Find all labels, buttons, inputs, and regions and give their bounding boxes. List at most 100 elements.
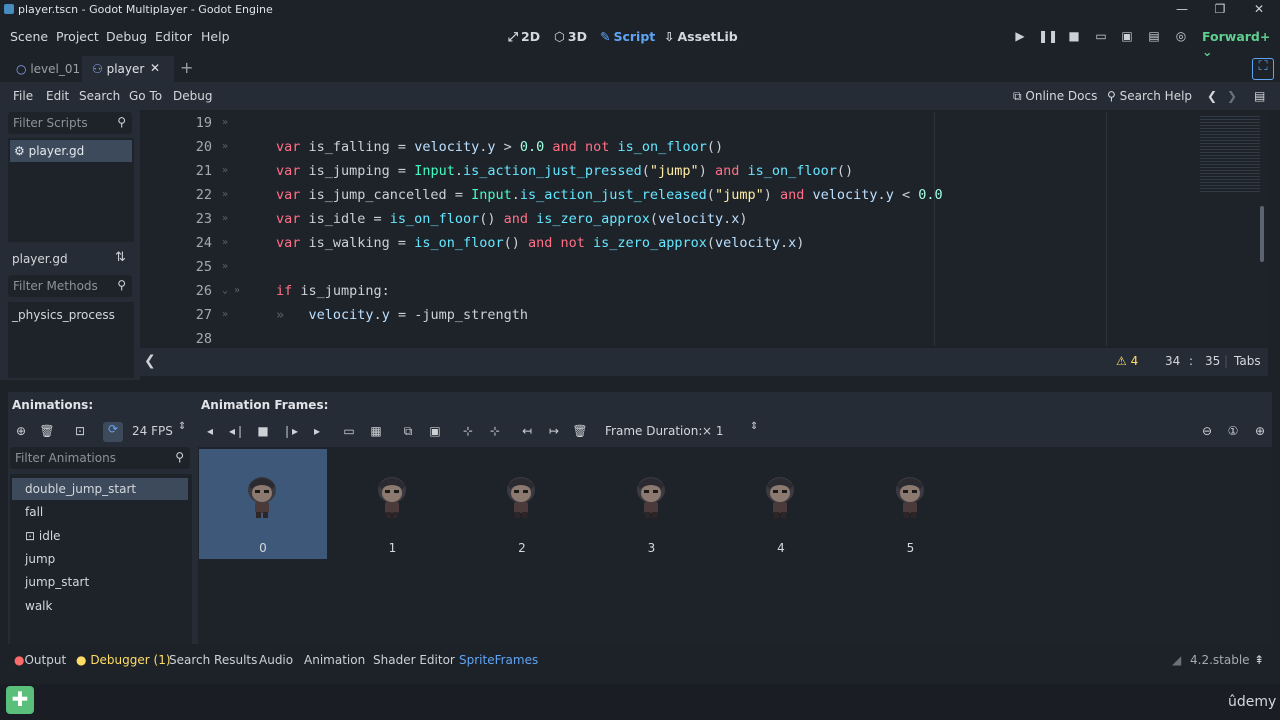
stop-icon[interactable]: ■ bbox=[1065, 29, 1083, 43]
history-back-icon[interactable]: ❮ bbox=[1207, 89, 1217, 103]
fps-spinbox[interactable]: 24 FPS ⇕ bbox=[128, 421, 192, 441]
menu-editor[interactable]: Editor bbox=[155, 29, 192, 44]
movie-maker-icon[interactable]: ◎ bbox=[1172, 29, 1190, 43]
workspace-assetlib-button[interactable]: ⇩ AssetLib bbox=[664, 29, 738, 44]
insert-after-icon[interactable]: ⊹ bbox=[486, 424, 504, 440]
menu-help[interactable]: Help bbox=[201, 29, 230, 44]
script-menu-goto[interactable]: Go To bbox=[129, 89, 162, 103]
filter-animations-input[interactable]: Filter Animations ⚲ bbox=[10, 447, 190, 469]
copy-frame-icon[interactable]: ⧉ bbox=[399, 424, 417, 440]
autoplay-icon[interactable]: ⊡ bbox=[71, 424, 89, 440]
frame-3[interactable]: 3 bbox=[588, 449, 716, 559]
expand-bottom-panel-icon[interactable]: ⇞ bbox=[1254, 653, 1264, 667]
zoom-in-icon[interactable]: ⊕ bbox=[1251, 424, 1269, 440]
play-scene-icon[interactable]: ▣ bbox=[1118, 29, 1136, 43]
script-menu-file[interactable]: File bbox=[13, 89, 33, 103]
remote-debug-icon[interactable]: ▭ bbox=[1092, 29, 1110, 43]
toggle-scripts-panel-icon[interactable]: ❮ bbox=[144, 353, 156, 369]
workspace-3d-button[interactable]: ⬡ 3D bbox=[554, 29, 587, 44]
menu-debug[interactable]: Debug bbox=[106, 29, 147, 44]
add-icon[interactable]: ✚ bbox=[6, 686, 34, 714]
insert-before-icon[interactable]: ⊹ bbox=[459, 424, 477, 440]
workspace-script-button[interactable]: ✎ Script bbox=[600, 29, 655, 44]
play-from-start-icon[interactable]: ▸ bbox=[308, 424, 326, 440]
close-tab-icon[interactable]: ✕ bbox=[150, 61, 160, 75]
workspace-2d-button[interactable]: ⤢ 2D bbox=[508, 29, 540, 45]
online-docs-button[interactable]: ⧉ Online Docs bbox=[1013, 89, 1097, 104]
script-menu-search[interactable]: Search bbox=[79, 89, 120, 103]
frame-1[interactable]: 1 bbox=[329, 449, 457, 559]
tab-spriteframes[interactable]: SpriteFrames bbox=[459, 653, 538, 667]
tab-output[interactable]: ●Output bbox=[14, 653, 66, 667]
tab-audio[interactable]: Audio bbox=[259, 653, 293, 667]
toggle-scripts-panel-icon[interactable]: ▤ bbox=[1254, 89, 1265, 103]
distraction-free-icon[interactable]: ⛶ bbox=[1252, 58, 1274, 80]
history-forward-icon[interactable]: ❯ bbox=[1227, 89, 1237, 103]
animation-item-fall[interactable]: fall bbox=[12, 501, 188, 523]
add-animation-icon[interactable]: ⊕ bbox=[12, 424, 30, 440]
animation-item-double-jump-start[interactable]: double_jump_start bbox=[12, 478, 188, 500]
frame-2[interactable]: 2 bbox=[458, 449, 586, 559]
filter-methods-input[interactable]: Filter Methods ⚲ bbox=[8, 275, 132, 297]
tab-debugger[interactable]: ● Debugger (1) bbox=[76, 653, 171, 667]
play-custom-scene-icon[interactable]: ▤ bbox=[1145, 29, 1163, 43]
scene-tab-player[interactable]: ⚇ player ✕ bbox=[82, 56, 174, 82]
warnings-button[interactable]: ⚠ 4 bbox=[1116, 354, 1138, 368]
move-left-icon[interactable]: ↤ bbox=[518, 424, 536, 440]
play-backwards-from-start-icon[interactable]: ◂ bbox=[201, 424, 219, 440]
warning-dot-icon: ● bbox=[76, 653, 87, 667]
autoplay-icon: ⊡ bbox=[25, 529, 36, 543]
frame-5[interactable]: 5 bbox=[847, 449, 975, 559]
stop-icon[interactable]: ■ bbox=[254, 424, 272, 440]
zoom-out-icon[interactable]: ⊖ bbox=[1198, 424, 1216, 440]
spin-arrows-icon: ⇕ bbox=[750, 421, 759, 432]
code-editor[interactable]: 19» 20» var is_falling = velocity.y > 0.0… bbox=[140, 112, 1268, 346]
tab-shader-editor[interactable]: Shader Editor bbox=[373, 653, 455, 667]
zoom-reset-icon[interactable]: ① bbox=[1224, 424, 1242, 440]
script-menu-edit[interactable]: Edit bbox=[46, 89, 69, 103]
code-line-text: if is_jumping: bbox=[276, 283, 390, 299]
sort-methods-icon[interactable]: ⇅ bbox=[115, 250, 126, 265]
script-menu-debug[interactable]: Debug bbox=[173, 89, 212, 103]
move-right-icon[interactable]: ↦ bbox=[545, 424, 563, 440]
character-sprite bbox=[895, 477, 924, 518]
indent-mode[interactable]: Tabs bbox=[1234, 354, 1261, 368]
search-help-icon: ⚲ bbox=[1107, 89, 1116, 103]
play-forward-icon[interactable]: ❘▸ bbox=[281, 424, 299, 440]
script-list-item[interactable]: ⚙ player.gd bbox=[10, 140, 132, 162]
menu-scene[interactable]: Scene bbox=[10, 29, 48, 44]
delete-frame-icon[interactable]: 🗑 bbox=[571, 424, 589, 440]
animation-item-idle[interactable]: ⊡ idle bbox=[12, 525, 188, 547]
code-line: 20» var is_falling = velocity.y > 0.0 and… bbox=[195, 139, 724, 155]
minimize-button[interactable]: — bbox=[1172, 2, 1192, 16]
warning-icon: ⚠ bbox=[1116, 354, 1127, 368]
menu-project[interactable]: Project bbox=[56, 29, 99, 44]
animation-item-jump-start[interactable]: jump_start bbox=[12, 571, 188, 593]
delete-animation-icon[interactable]: 🗑 bbox=[38, 424, 56, 440]
frame-duration-spinbox[interactable]: × 1 ⇕ bbox=[700, 421, 764, 441]
maximize-button[interactable]: ❐ bbox=[1210, 2, 1230, 16]
code-line: 24» var is_walking = is_on_floor() and no… bbox=[195, 235, 805, 251]
sprite-sheet-icon[interactable]: ▦ bbox=[367, 424, 385, 440]
scene-tab-level-01[interactable]: ○ level_01 bbox=[6, 56, 90, 82]
frame-4[interactable]: 4 bbox=[717, 449, 845, 559]
method-list-item[interactable]: _physics_process bbox=[12, 308, 115, 322]
code-line: 22» var is_jump_cancelled = Input.is_acti… bbox=[195, 187, 943, 203]
search-help-button[interactable]: ⚲ Search Help bbox=[1107, 89, 1192, 103]
close-window-button[interactable]: ✕ bbox=[1249, 2, 1269, 16]
pause-icon[interactable]: ❚❚ bbox=[1038, 29, 1058, 43]
paste-frame-icon[interactable]: ▣ bbox=[426, 424, 444, 440]
play-backwards-icon[interactable]: ◂❘ bbox=[228, 424, 246, 440]
frame-0[interactable]: 0 bbox=[199, 449, 327, 559]
add-scene-icon[interactable]: + bbox=[180, 58, 193, 77]
animations-header: Animations: bbox=[12, 398, 94, 412]
load-frames-icon[interactable]: ▭ bbox=[340, 424, 358, 440]
animation-item-jump[interactable]: jump bbox=[12, 548, 188, 570]
tab-animation[interactable]: Animation bbox=[304, 653, 365, 667]
animation-item-walk[interactable]: walk bbox=[12, 595, 188, 617]
tab-search-results[interactable]: Search Results bbox=[169, 653, 257, 667]
play-icon[interactable]: ▶ bbox=[1011, 29, 1029, 43]
filter-scripts-input[interactable]: Filter Scripts ⚲ bbox=[8, 112, 132, 134]
renderer-select[interactable]: Forward+ ⌄ bbox=[1202, 29, 1280, 59]
loop-icon[interactable]: ⟳ bbox=[103, 422, 123, 442]
